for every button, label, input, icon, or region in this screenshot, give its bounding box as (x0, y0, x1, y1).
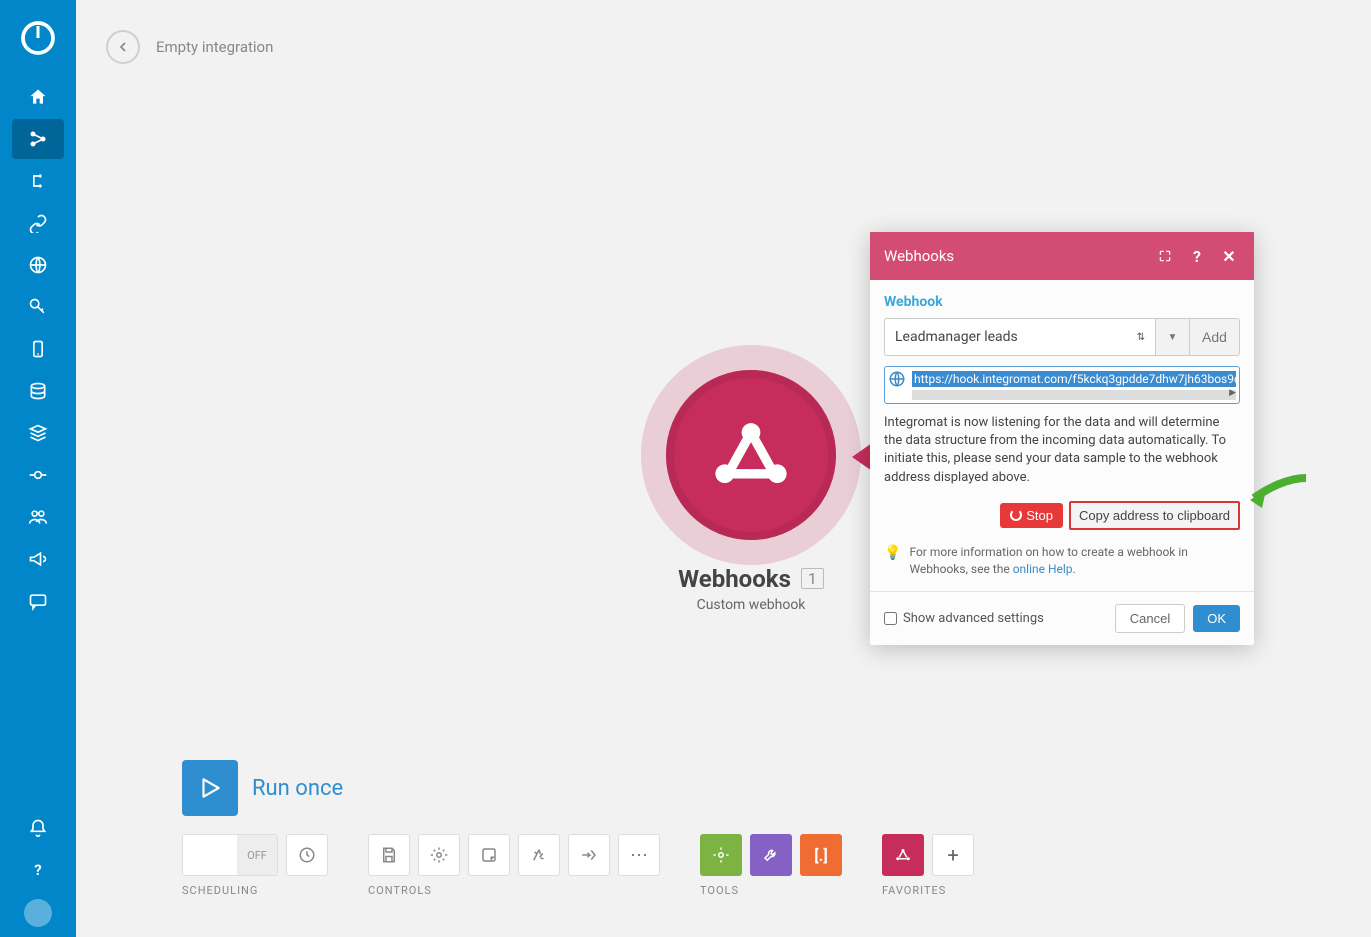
notes-button[interactable] (468, 834, 510, 876)
tool-flow[interactable] (700, 834, 742, 876)
sidebar-home[interactable] (12, 77, 64, 117)
webhook-select[interactable]: Leadmanager leads ⇅ (884, 318, 1156, 356)
sidebar-team[interactable] (12, 497, 64, 537)
sidebar-connections[interactable] (12, 203, 64, 243)
webhook-dropdown[interactable]: ▼ (1156, 318, 1190, 356)
panel-header: Webhooks ? ✕ (870, 232, 1254, 280)
sidebar-help[interactable]: ? (12, 850, 64, 890)
add-favorite-button[interactable]: + (932, 834, 974, 876)
panel-connector (852, 443, 872, 471)
section-label: Webhook (884, 294, 1240, 310)
cancel-button[interactable]: Cancel (1115, 604, 1185, 633)
run-once-button[interactable] (182, 760, 238, 816)
node-badge: 1 (801, 568, 824, 589)
advanced-checkbox-input[interactable] (884, 612, 897, 625)
autoalign-button[interactable] (518, 834, 560, 876)
sidebar: ? (0, 0, 76, 937)
node-subtitle: Custom webhook (697, 597, 806, 613)
sidebar-avatar[interactable] (24, 899, 52, 927)
sidebar-keys[interactable] (12, 287, 64, 327)
sidebar-announce[interactable] (12, 539, 64, 579)
favorites-label: FAVORITES (882, 884, 974, 897)
sidebar-devices[interactable] (12, 329, 64, 369)
explain-button[interactable] (568, 834, 610, 876)
webhook-icon (666, 370, 836, 540)
url-scrollbar[interactable] (912, 390, 1236, 400)
app-logo[interactable] (0, 0, 76, 76)
close-icon[interactable]: ✕ (1218, 245, 1240, 267)
copy-address-button[interactable]: Copy address to clipboard (1069, 501, 1240, 530)
settings-button[interactable] (418, 834, 460, 876)
advanced-label: Show advanced settings (903, 611, 1044, 626)
stop-button[interactable]: Stop (1000, 503, 1063, 528)
sidebar-datastructures[interactable] (12, 413, 64, 453)
bulb-icon: 💡 (884, 544, 901, 578)
tool-tools[interactable] (750, 834, 792, 876)
annotation-arrow (1248, 470, 1308, 514)
webhook-url[interactable]: https://hook.integromat.com/f5kckq3gpdde… (912, 371, 1236, 387)
breadcrumb: Empty integration (156, 38, 273, 56)
svg-text:?: ? (34, 861, 41, 879)
run-once-label: Run once (252, 776, 343, 801)
add-webhook-button[interactable]: Add (1190, 318, 1240, 356)
spinner-icon (1010, 509, 1022, 521)
chevron-updown-icon: ⇅ (1137, 332, 1145, 343)
advanced-settings-checkbox[interactable]: Show advanced settings (884, 611, 1044, 626)
sidebar-webhooks[interactable] (12, 245, 64, 285)
help-text: For more information on how to create a … (909, 544, 1240, 578)
panel-title: Webhooks (884, 247, 1144, 265)
more-button[interactable]: ⋯ (618, 834, 660, 876)
off-label: OFF (237, 835, 277, 875)
back-button[interactable] (106, 30, 140, 64)
save-button[interactable] (368, 834, 410, 876)
sidebar-notifications[interactable] (12, 808, 64, 848)
globe-icon (888, 370, 906, 388)
controls-label: CONTROLS (368, 884, 660, 897)
tool-text[interactable]: [.] (800, 834, 842, 876)
scenario-node[interactable]: Webhooks 1 Custom webhook (641, 345, 861, 613)
help-icon[interactable]: ? (1186, 245, 1208, 267)
expand-icon[interactable] (1154, 245, 1176, 267)
online-help-link[interactable]: online Help (1013, 562, 1073, 576)
sidebar-templates[interactable] (12, 161, 64, 201)
sidebar-datastores[interactable] (12, 371, 64, 411)
sidebar-scenarios[interactable] (12, 119, 64, 159)
node-title: Webhooks (678, 565, 791, 593)
favorite-webhooks[interactable] (882, 834, 924, 876)
ok-button[interactable]: OK (1193, 605, 1240, 632)
select-value: Leadmanager leads (895, 329, 1018, 345)
scheduling-label: SCHEDULING (182, 884, 328, 897)
info-text: Integromat is now listening for the data… (884, 414, 1240, 487)
tools-label: TOOLS (700, 884, 842, 897)
webhook-url-box[interactable]: https://hook.integromat.com/f5kckq3gpdde… (884, 366, 1240, 404)
clock-button[interactable] (286, 834, 328, 876)
scheduling-toggle[interactable]: OFF (182, 834, 278, 876)
sidebar-commit[interactable] (12, 455, 64, 495)
sidebar-chat[interactable] (12, 581, 64, 621)
config-panel: Webhooks ? ✕ Webhook Leadmanager leads ⇅… (870, 232, 1254, 645)
